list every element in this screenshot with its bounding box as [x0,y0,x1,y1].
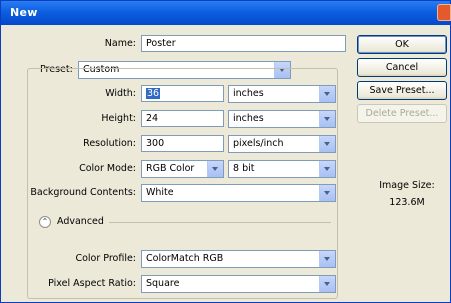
delete-preset-button: Delete Preset... [357,104,447,123]
dialog-title: New [10,6,38,19]
pixel-aspect-ratio-label: Pixel Aspect Ratio: [48,278,136,289]
width-unit-value: inches [233,88,264,99]
chevron-down-icon[interactable] [319,111,335,127]
background-contents-select[interactable]: White [141,184,336,202]
advanced-label[interactable]: Advanced [57,216,104,227]
color-profile-select[interactable]: ColorMatch RGB [141,250,336,268]
save-preset-button[interactable]: Save Preset... [357,81,447,100]
color-profile-value: ColorMatch RGB [146,253,224,264]
chevron-down-icon[interactable] [319,276,335,292]
ok-button[interactable]: OK [357,35,447,54]
color-mode-select[interactable]: RGB Color [141,160,224,178]
name-input[interactable]: Poster [141,35,346,52]
color-mode-value: RGB Color [146,163,195,174]
title-bar[interactable]: New [1,1,451,25]
resolution-unit-select[interactable]: pixels/inch [228,135,336,153]
advanced-divider [109,222,331,223]
image-size-label: Image Size: [379,180,435,191]
resolution-input[interactable]: 300 [141,135,224,152]
color-mode-label: Color Mode: [79,163,136,174]
chevron-down-icon[interactable] [319,136,335,152]
expand-advanced-icon[interactable]: ⌃ [39,216,51,228]
resolution-label: Resolution: [83,138,136,149]
width-label: Width: [105,88,136,99]
width-unit-select[interactable]: inches [228,85,336,103]
chevron-down-icon[interactable] [207,161,223,177]
height-label: Height: [101,113,136,124]
background-contents-value: White [146,187,174,198]
resolution-unit-value: pixels/inch [233,138,284,149]
chevron-down-icon[interactable] [319,86,335,102]
cancel-button[interactable]: Cancel [357,58,447,77]
name-label: Name: [104,38,136,49]
chevron-down-icon[interactable] [319,185,335,201]
bit-depth-select[interactable]: 8 bit [228,160,336,178]
width-value: 36 [146,88,161,99]
bit-depth-value: 8 bit [233,163,255,174]
pixel-aspect-ratio-value: Square [146,278,180,289]
chevron-down-icon[interactable] [319,161,335,177]
height-unit-select[interactable]: inches [228,110,336,128]
background-contents-label: Background Contents: [30,187,136,198]
width-input[interactable]: 36 [141,85,224,102]
image-size-value: 123.6M [389,197,425,208]
new-document-dialog: New Name: Poster Preset: Custom Width: 3… [0,0,451,303]
height-unit-value: inches [233,113,264,124]
color-profile-label: Color Profile: [75,253,136,264]
chevron-down-icon[interactable] [319,251,335,267]
height-input[interactable]: 24 [141,110,224,127]
pixel-aspect-ratio-select[interactable]: Square [141,275,336,293]
close-icon[interactable] [437,4,451,21]
